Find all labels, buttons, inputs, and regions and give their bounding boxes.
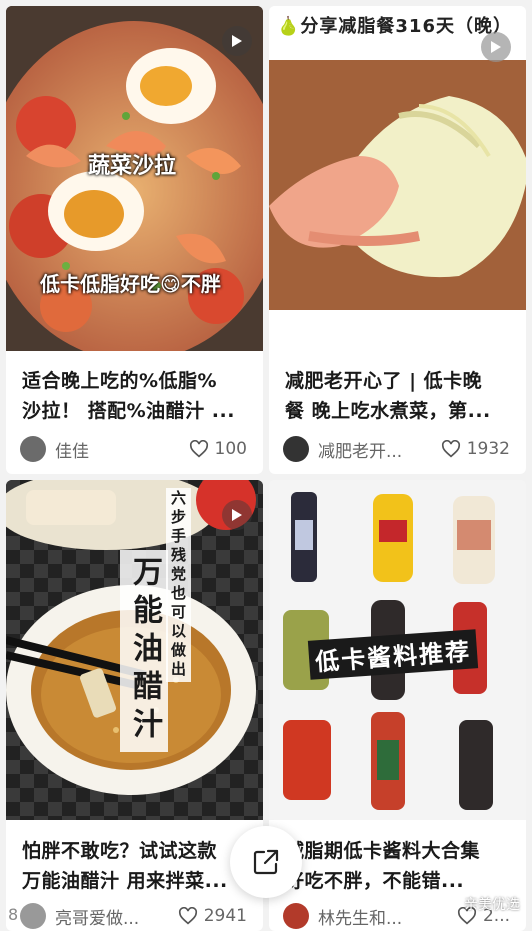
note-meta: 亮哥爱做... 2941 [20,902,247,930]
author-name[interactable]: 亮哥爱做... [55,904,178,929]
video-play-icon [222,500,252,530]
heart-icon [178,907,197,925]
avatar[interactable] [283,903,309,929]
note-title[interactable]: 减脂期低卡酱料大合集 好吃不胖，不能错... [285,836,514,896]
share-button[interactable] [230,826,302,898]
like-count: 100 [214,439,247,459]
note-card[interactable]: 蔬菜沙拉 低卡低脂好吃😋不胖 适合晚上吃的%低脂% 沙拉！ 搭配%油醋汁 ...… [6,6,263,474]
thumbnail-caption: 六步手残党也可以做出 [166,488,191,682]
author-name[interactable]: 林先生和... [318,904,457,929]
like-button[interactable]: 100 [189,439,247,459]
thumbnail-title: 万能油醋汁 [120,550,168,752]
watermark-left: 8 [8,905,19,924]
thumbnail-caption: 低卡低脂好吃😋不胖 [40,272,221,296]
avatar[interactable] [20,436,46,462]
note-meta: 佳佳 100 [20,435,247,463]
share-icon [253,849,279,875]
note-thumbnail[interactable]: 万能油醋汁 六步手残党也可以做出 [6,480,263,820]
note-card[interactable]: 🍐分享减脂餐316天（晚） 减肥老开心了 | 低卡晚 餐 晚上吃水煮菜，第...… [269,6,526,474]
note-feed: 蔬菜沙拉 低卡低脂好吃😋不胖 适合晚上吃的%低脂% 沙拉！ 搭配%油醋汁 ...… [0,0,532,931]
avatar[interactable] [283,436,309,462]
note-thumbnail[interactable]: 低卡酱料推荐 [269,480,526,820]
video-play-icon [481,32,511,62]
like-count: 1932 [466,439,510,459]
heart-icon [441,440,460,458]
note-meta: 减肥老开... 1932 [283,435,510,463]
thumbnail-title: 蔬菜沙拉 [88,154,177,179]
heart-icon [189,440,208,458]
note-title[interactable]: 怕胖不敢吃？试试这款 万能油醋汁 用来拌菜... [22,836,251,896]
watermark: 亲美优选 [438,894,520,914]
note-title[interactable]: 减肥老开心了 | 低卡晚 餐 晚上吃水煮菜，第... [285,366,514,426]
note-title[interactable]: 适合晚上吃的%低脂% 沙拉！ 搭配%油醋汁 ... [22,366,251,426]
like-button[interactable]: 2941 [178,906,247,926]
thumbnail-title: 🍐分享减脂餐316天（晚） [277,16,512,37]
wechat-icon [439,897,459,911]
note-card[interactable]: 低卡酱料推荐 减脂期低卡酱料大合集 好吃不胖，不能错... 林先生和... 2.… [269,480,526,931]
avatar[interactable] [20,903,46,929]
like-count: 2941 [203,906,247,926]
note-card[interactable]: 万能油醋汁 六步手残党也可以做出 怕胖不敢吃？试试这款 万能油醋汁 用来拌菜..… [6,480,263,931]
like-button[interactable]: 1932 [441,439,510,459]
note-thumbnail[interactable]: 🍐分享减脂餐316天（晚） [269,6,526,351]
note-thumbnail[interactable]: 蔬菜沙拉 低卡低脂好吃😋不胖 [6,6,263,351]
watermark-text: 亲美优选 [464,897,520,913]
video-play-icon [222,26,252,56]
author-name[interactable]: 减肥老开... [318,437,441,462]
author-name[interactable]: 佳佳 [55,437,189,462]
